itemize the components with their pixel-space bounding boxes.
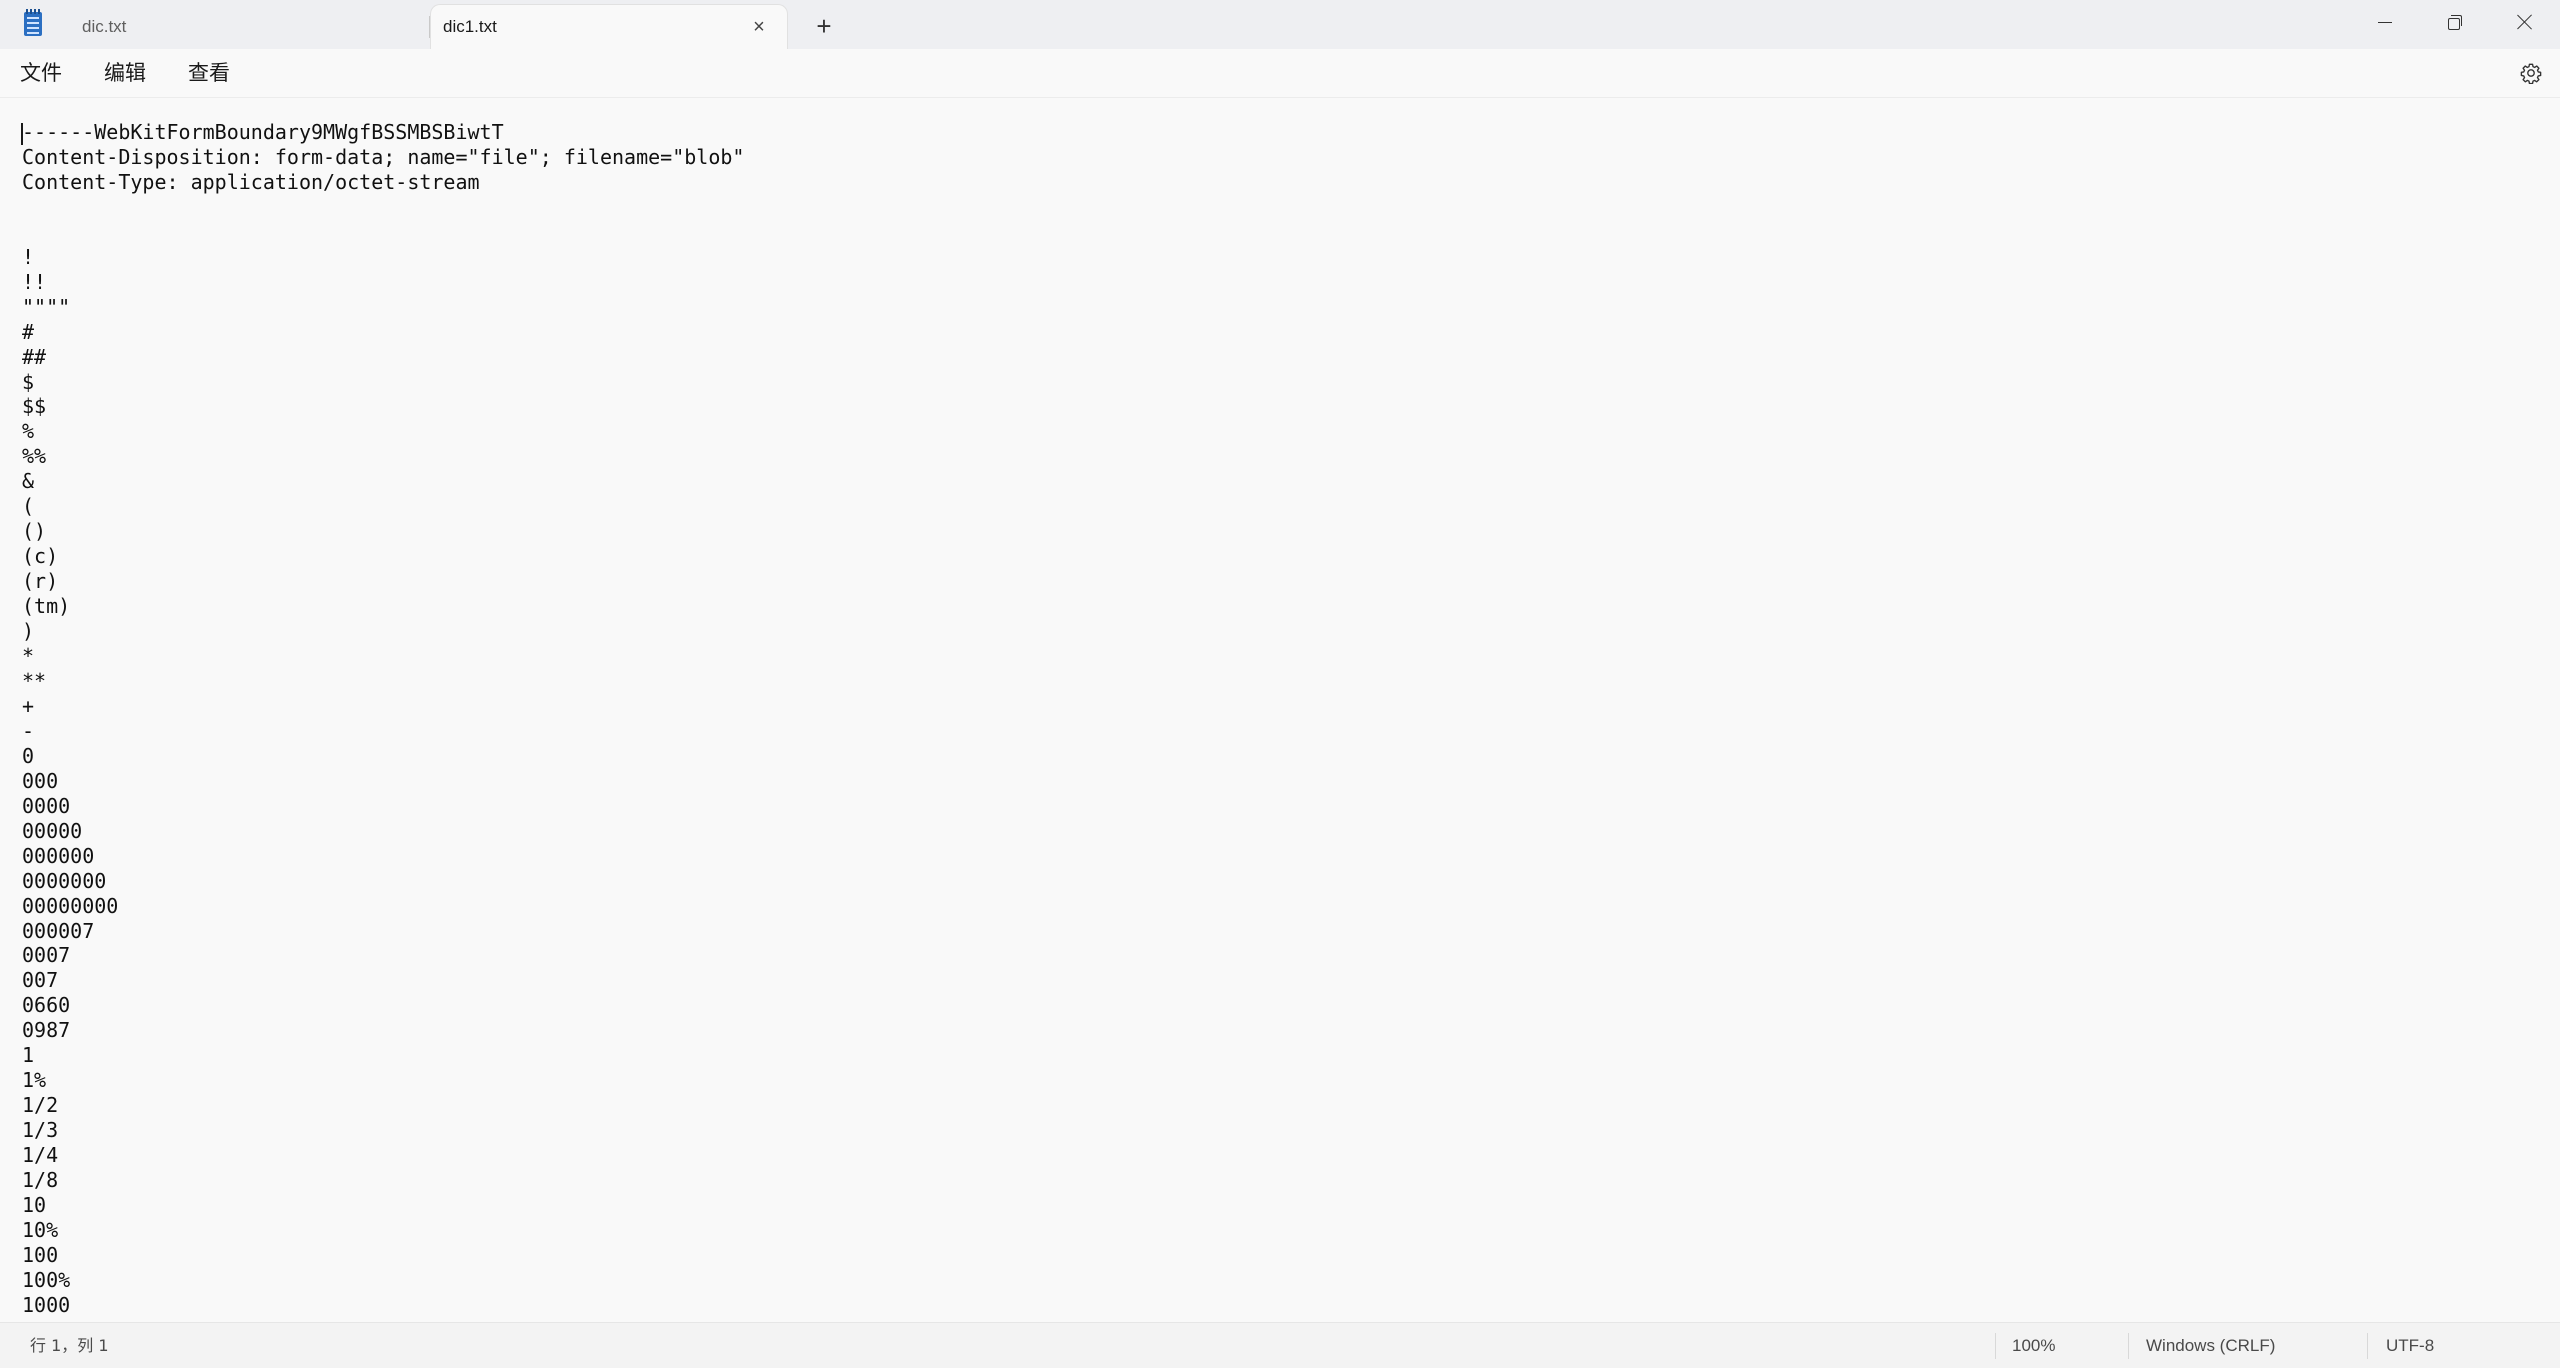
restore-icon	[2448, 15, 2462, 30]
plus-icon[interactable]: +	[810, 12, 838, 40]
text-editor-area[interactable]: ------WebKitFormBoundary9MWgfBSSMBSBiwtT…	[0, 98, 2560, 1322]
gear-icon	[2520, 63, 2542, 84]
zoom-level[interactable]: 100%	[2012, 1336, 2055, 1356]
window-close-button[interactable]	[2490, 0, 2560, 44]
minimize-button[interactable]	[2350, 0, 2420, 44]
status-divider	[1995, 1333, 1996, 1359]
notepad-icon	[24, 9, 42, 36]
editor-text: ------WebKitFormBoundary9MWgfBSSMBSBiwtT…	[22, 120, 745, 1317]
status-divider	[2128, 1333, 2129, 1359]
menu-file[interactable]: 文件	[18, 59, 64, 87]
menu-bar: 文件 编辑 查看	[0, 49, 2560, 98]
notepad-window: dic.txt dic1.txt × + 文件 编辑 查看 ------WebK…	[0, 0, 2560, 1368]
close-icon[interactable]: ×	[749, 17, 769, 37]
minimize-icon	[2378, 21, 2392, 23]
line-ending[interactable]: Windows (CRLF)	[2146, 1336, 2275, 1356]
tab-dic-txt[interactable]: dic.txt	[62, 4, 430, 49]
cursor-position: 行 1，列 1	[30, 1336, 109, 1355]
status-bar: 行 1，列 1 100% Windows (CRLF) UTF-8	[0, 1322, 2560, 1368]
window-close-icon	[2517, 14, 2533, 30]
menu-edit[interactable]: 编辑	[102, 59, 148, 87]
title-bar: dic.txt dic1.txt × +	[0, 0, 2560, 49]
encoding[interactable]: UTF-8	[2386, 1336, 2434, 1356]
tab-label: dic1.txt	[443, 17, 497, 36]
restore-button[interactable]	[2420, 0, 2490, 44]
status-divider	[2367, 1333, 2368, 1359]
menu-view[interactable]: 查看	[186, 59, 232, 87]
settings-button[interactable]	[2518, 60, 2544, 86]
tab-dic1-txt[interactable]: dic1.txt ×	[430, 4, 788, 49]
tab-label: dic.txt	[82, 16, 127, 36]
